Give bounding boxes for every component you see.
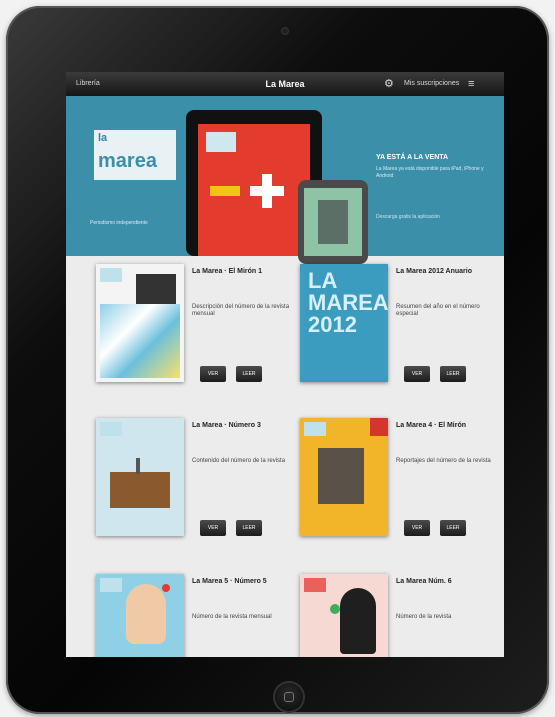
- issue-cover[interactable]: [96, 574, 184, 657]
- read-button[interactable]: LEER: [440, 366, 466, 382]
- logo-marea-text: marea: [98, 150, 157, 172]
- issue-cover[interactable]: [300, 574, 388, 657]
- issue-title: La Marea 5 · Número 5: [192, 578, 267, 585]
- top-bar: Librería La Marea ⚙ Mis suscripciones ≡: [66, 72, 504, 96]
- issue-card: La Marea 4 · El Mirón Reportajes del núm…: [300, 418, 500, 568]
- plus-icon-bar: [250, 186, 284, 196]
- banner-subtext-2: Descarga gratis la aplicación: [376, 214, 440, 220]
- read-button[interactable]: LEER: [236, 366, 262, 382]
- cover-face-illustration: [126, 584, 166, 644]
- issue-title: La Marea 2012 Anuario: [396, 268, 472, 275]
- app-screen: Librería La Marea ⚙ Mis suscripciones ≡ …: [66, 72, 504, 657]
- home-button-square-icon: [284, 692, 294, 702]
- cover-title: LA MAREA 2012: [308, 268, 388, 337]
- phone-mockup-image: [298, 180, 368, 264]
- issue-description: Contenido del número de la revista: [192, 458, 286, 464]
- promo-banner[interactable]: la marea Periodismo independiente YA EST…: [66, 96, 504, 264]
- issue-description: Número de la revista mensual: [192, 614, 272, 620]
- building-illustration: [318, 200, 348, 244]
- issue-description: Descripción del número de la revista men…: [192, 304, 290, 317]
- issue-cover[interactable]: [96, 264, 184, 382]
- read-button[interactable]: LEER: [236, 520, 262, 536]
- cover-photo: [136, 274, 176, 304]
- camera-dot: [282, 28, 288, 34]
- cover-logo: [100, 422, 122, 436]
- view-button[interactable]: VER: [200, 520, 226, 536]
- issue-cover[interactable]: LA MAREA 2012: [300, 264, 388, 382]
- mini-logo-icon: [206, 132, 236, 152]
- logo-la-text: la: [98, 132, 108, 144]
- cover-illustration: [110, 472, 170, 508]
- view-button[interactable]: VER: [200, 366, 226, 382]
- cover-logo: [304, 578, 326, 592]
- issue-title: La Marea 4 · El Mirón: [396, 422, 467, 429]
- read-button[interactable]: LEER: [440, 520, 466, 536]
- cover-illustration: [100, 304, 180, 378]
- issue-title: La Marea Núm. 6: [396, 578, 452, 585]
- cover-illustration: [318, 448, 364, 504]
- cover-bird-beak: [330, 604, 340, 614]
- issue-description: Número de la revista: [396, 614, 452, 620]
- cover-flower: [162, 584, 170, 592]
- gear-icon[interactable]: ⚙: [384, 78, 396, 90]
- subscriptions-link[interactable]: Mis suscripciones: [404, 80, 459, 87]
- banner-tagline: Periodismo independiente: [90, 220, 148, 226]
- issue-card: La Marea · Número 3 Contenido del número…: [96, 418, 296, 568]
- cover-illustration-detail: [136, 458, 140, 474]
- issue-description: Resumen del año en el número especial: [396, 304, 480, 317]
- view-button[interactable]: VER: [404, 520, 430, 536]
- issue-description: Reportajes del número de la revista: [396, 458, 491, 464]
- issue-title: La Marea · Número 3: [192, 422, 261, 429]
- minus-icon: [210, 186, 240, 196]
- issue-title: La Marea · El Mirón 1: [192, 268, 263, 275]
- cover-logo: [100, 578, 122, 592]
- issue-card: La Marea 5 · Número 5 Número de la revis…: [96, 574, 296, 657]
- issue-card: LA MAREA 2012 La Marea 2012 Anuario Resu…: [300, 264, 500, 414]
- cover-bird-illustration: [340, 588, 376, 654]
- cover-logo: [304, 422, 326, 436]
- issue-card: La Marea Núm. 6 Número de la revista: [300, 574, 500, 657]
- view-button[interactable]: VER: [404, 366, 430, 382]
- menu-icon[interactable]: ≡: [468, 78, 480, 90]
- tablet-mockup-screen: [198, 124, 310, 256]
- home-button[interactable]: [275, 683, 303, 711]
- banner-headline: YA ESTÁ A LA VENTA: [376, 154, 449, 161]
- issue-cover[interactable]: [300, 418, 388, 536]
- phone-mockup-screen: [304, 188, 362, 256]
- cover-logo: [100, 268, 122, 282]
- banner-subtext: La Marea ya está disponible para iPad, i…: [376, 166, 484, 179]
- cover-corner-badge: [370, 418, 388, 436]
- la-marea-logo: la marea: [94, 130, 176, 180]
- issue-cover[interactable]: [96, 418, 184, 536]
- issue-card: La Marea · El Mirón 1 Descripción del nú…: [96, 264, 296, 414]
